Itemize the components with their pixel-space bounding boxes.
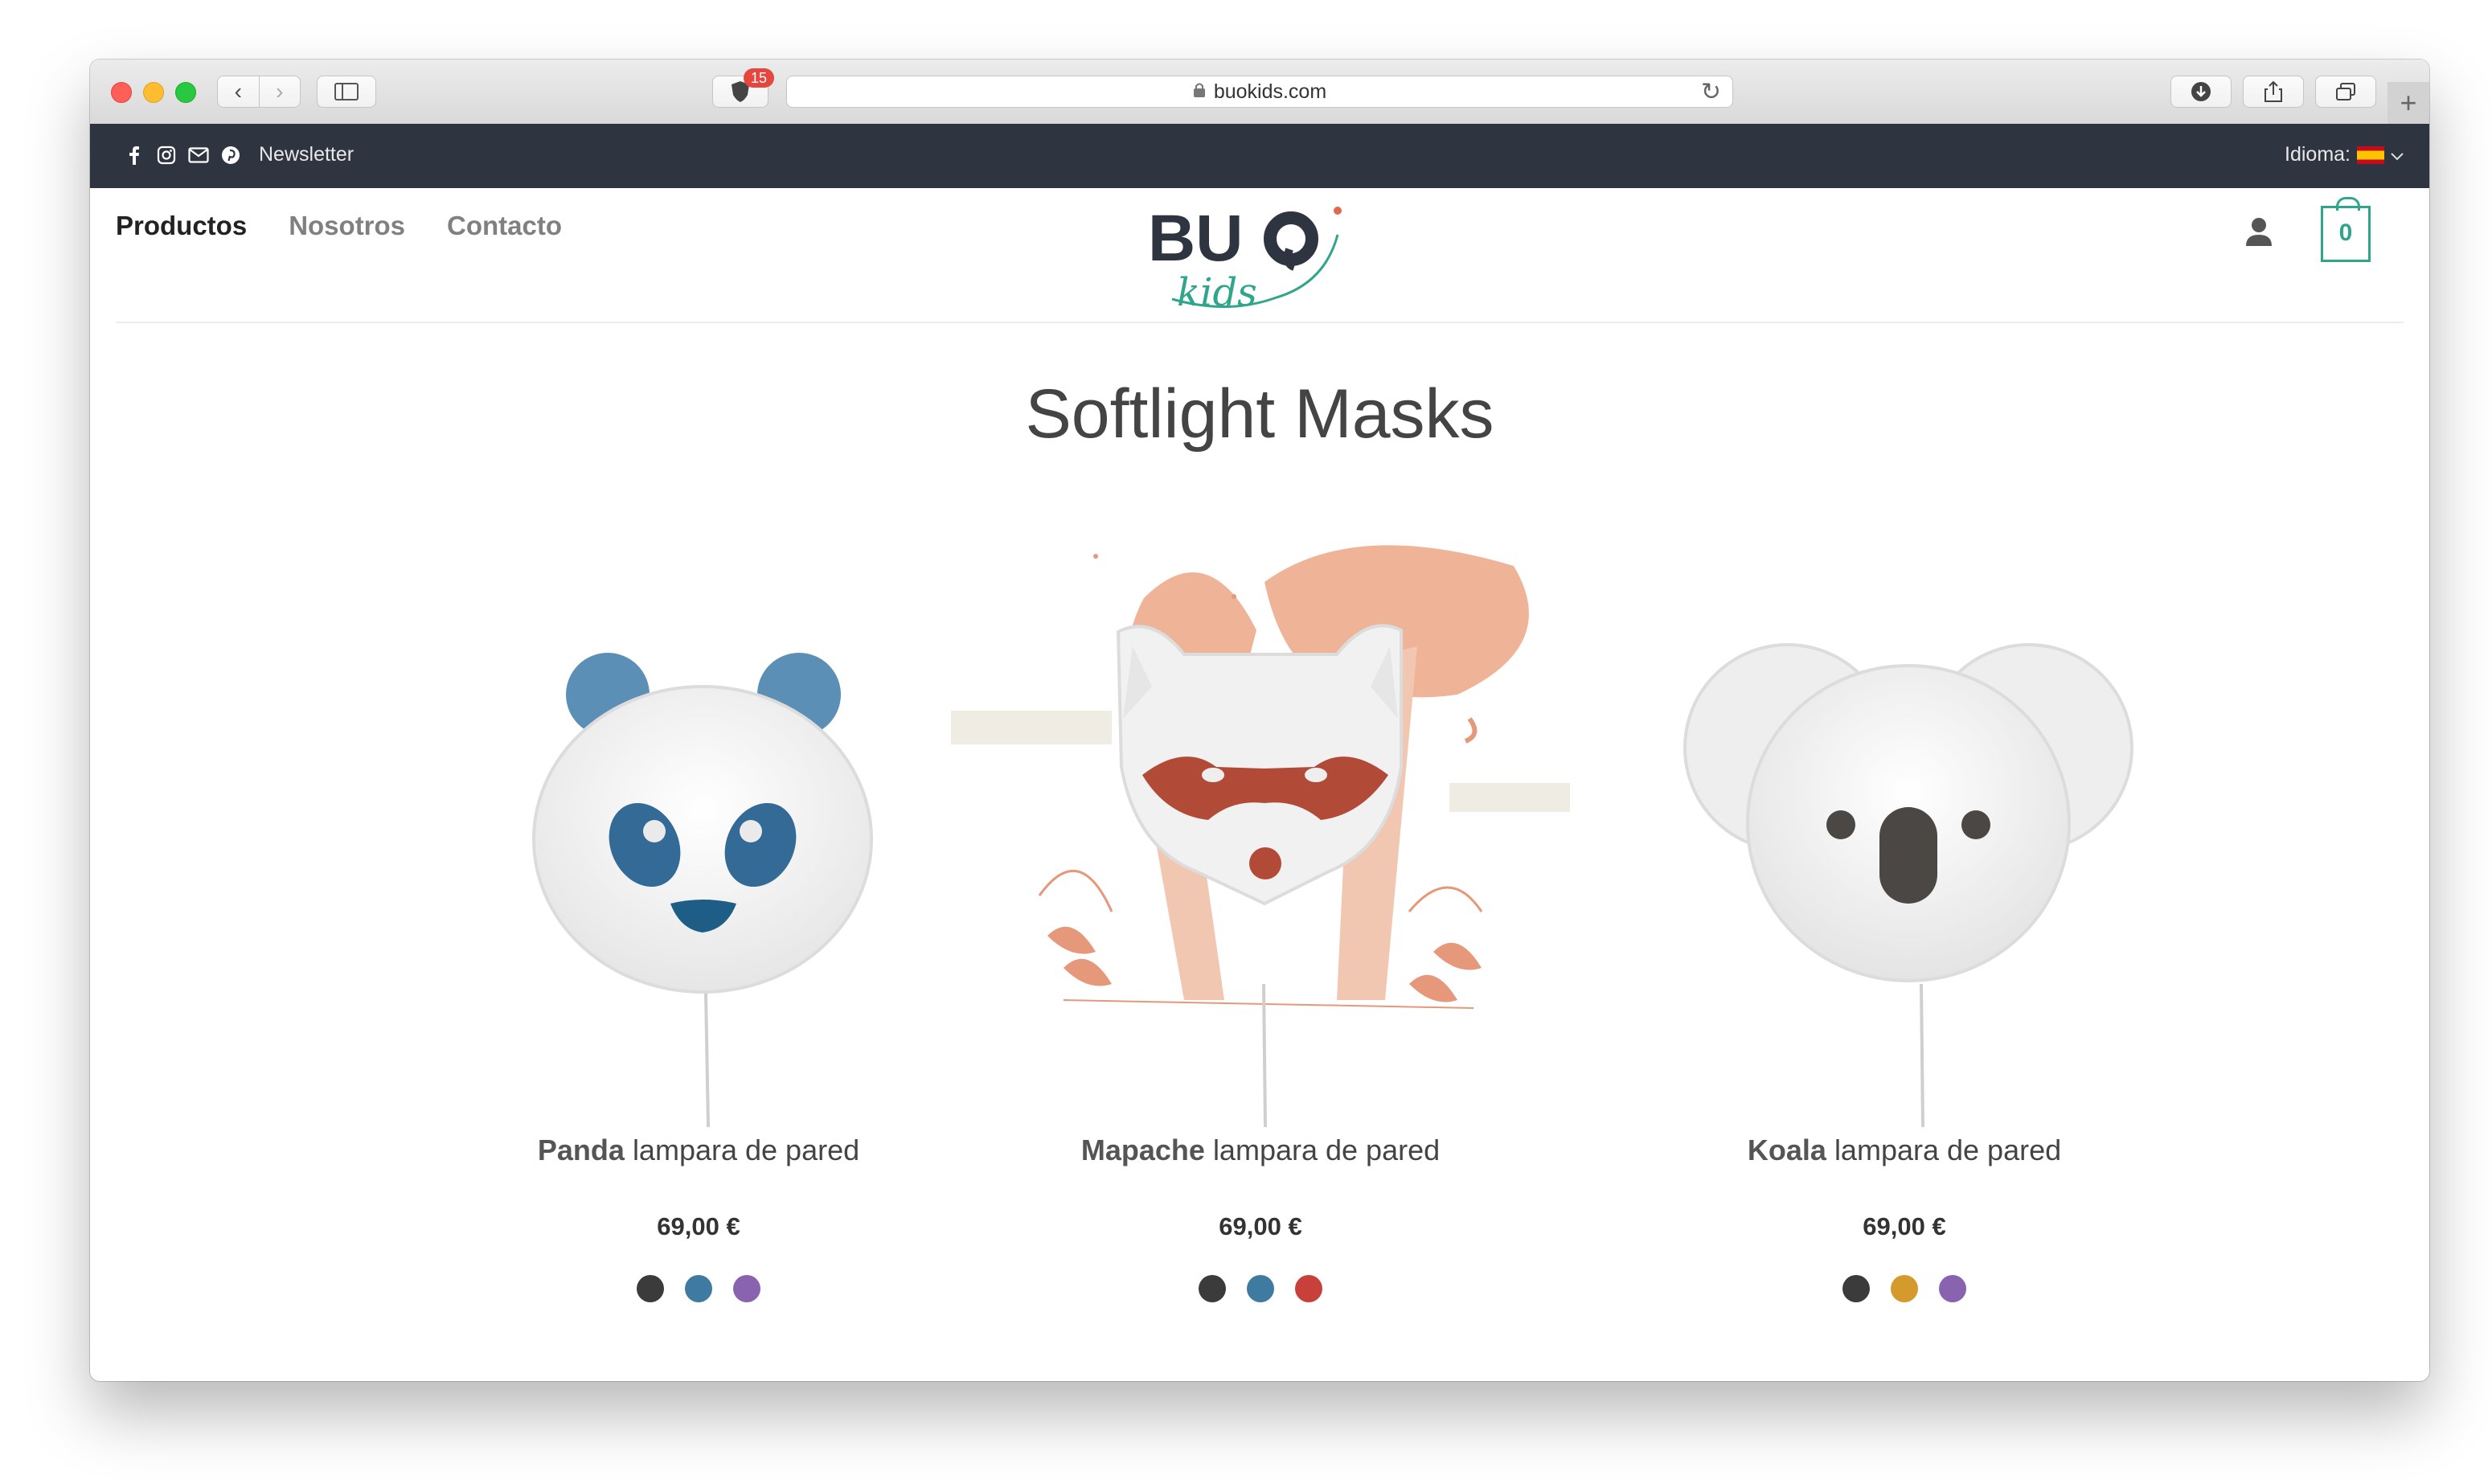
social-links — [124, 140, 241, 170]
ublock-extension-button[interactable]: 15 — [712, 68, 774, 108]
spain-flag-icon — [2357, 146, 2384, 164]
newsletter-link[interactable]: Newsletter — [259, 143, 354, 166]
product-price: 69,00 € — [1863, 1212, 1946, 1240]
product-card-koala[interactable]: Koala lampara de pared 69,00 € — [1595, 534, 2214, 1302]
download-icon — [2191, 82, 2211, 101]
product-card-mapache[interactable]: Mapache lampara de pared 69,00 € — [951, 534, 1570, 1302]
product-price: 69,00 € — [1219, 1212, 1302, 1240]
sidebar-icon — [334, 83, 359, 100]
color-swatches — [951, 1275, 1570, 1302]
history-nav: ‹ › — [217, 76, 301, 108]
top-utility-bar: Newsletter Idioma: — [90, 124, 2429, 188]
color-swatch[interactable] — [1295, 1275, 1322, 1302]
cart-button[interactable]: 0 — [2321, 197, 2371, 262]
color-swatch[interactable] — [1939, 1275, 1966, 1302]
product-card-panda[interactable]: Panda lampara de pared 69,00 € — [389, 534, 1008, 1302]
product-name[interactable]: Koala lampara de pared — [1595, 1133, 2214, 1167]
header-divider — [116, 322, 2404, 323]
url-text: buokids.com — [1213, 80, 1327, 103]
color-swatch[interactable] — [733, 1275, 760, 1302]
downloads-button[interactable] — [2170, 76, 2232, 108]
zoom-window-button[interactable] — [175, 82, 196, 103]
browser-toolbar: ‹ › 15 buokids.com ↻ + — [90, 59, 2429, 125]
svg-text:BU: BU — [1148, 203, 1243, 275]
product-title: Mapache — [1080, 1133, 1205, 1166]
color-swatch[interactable] — [1842, 1275, 1870, 1302]
product-price: 69,00 € — [657, 1212, 740, 1240]
color-swatch[interactable] — [1247, 1275, 1274, 1302]
close-window-button[interactable] — [111, 82, 132, 103]
tabs-icon — [2336, 83, 2355, 100]
minimize-window-button[interactable] — [143, 82, 164, 103]
nav-item-nosotros[interactable]: Nosotros — [289, 211, 405, 241]
product-title: Panda — [537, 1133, 625, 1166]
reload-icon[interactable]: ↻ — [1701, 78, 1721, 106]
product-image-mapache[interactable] — [951, 534, 1570, 1129]
user-account-icon[interactable] — [2240, 212, 2278, 251]
color-swatches — [389, 1275, 1008, 1302]
new-tab-button[interactable]: + — [2387, 82, 2429, 124]
product-description: lampara de pared — [1834, 1133, 2062, 1166]
browser-window: ‹ › 15 buokids.com ↻ + Newsletter Idioma… — [90, 59, 2429, 1381]
product-name[interactable]: Mapache lampara de pared — [951, 1133, 1570, 1167]
forward-icon[interactable]: › — [260, 76, 301, 107]
facebook-icon[interactable] — [124, 145, 145, 166]
product-title: Koala — [1747, 1133, 1826, 1166]
share-icon — [2265, 80, 2282, 102]
product-image-koala[interactable] — [1595, 534, 2214, 1129]
product-image-panda[interactable] — [389, 534, 1008, 1129]
instagram-icon[interactable] — [156, 145, 177, 166]
color-swatch[interactable] — [1891, 1275, 1918, 1302]
address-bar[interactable]: buokids.com ↻ — [786, 76, 1733, 108]
sidebar-toggle-button[interactable] — [317, 76, 376, 108]
product-description: lampara de pared — [632, 1133, 860, 1166]
color-swatch[interactable] — [637, 1275, 664, 1302]
color-swatch[interactable] — [685, 1275, 712, 1302]
site-header: Productos Nosotros Contacto BU kids 0 — [90, 188, 2429, 323]
color-swatches — [1595, 1275, 2214, 1302]
pinterest-icon[interactable] — [220, 145, 241, 166]
svg-text:kids: kids — [1177, 270, 1257, 315]
color-swatch[interactable] — [1199, 1275, 1226, 1302]
language-label: Idioma: — [2285, 143, 2351, 166]
show-tabs-button[interactable] — [2315, 76, 2376, 108]
main-nav: Productos Nosotros Contacto — [116, 211, 562, 241]
nav-item-contacto[interactable]: Contacto — [447, 211, 562, 241]
buokids-logo[interactable]: BU kids — [1148, 203, 1349, 315]
extension-badge: 15 — [744, 68, 774, 88]
lock-icon — [1193, 80, 1206, 104]
back-icon[interactable]: ‹ — [218, 76, 259, 107]
nav-item-productos[interactable]: Productos — [116, 211, 247, 241]
share-button[interactable] — [2243, 76, 2304, 108]
chevron-down-icon — [2391, 143, 2404, 166]
product-description: lampara de pared — [1212, 1133, 1441, 1166]
product-name[interactable]: Panda lampara de pared — [389, 1133, 1008, 1167]
mail-icon[interactable] — [188, 145, 209, 166]
page-title: Softlight Masks — [1025, 375, 1494, 453]
language-selector[interactable]: Idioma: — [2285, 143, 2404, 166]
